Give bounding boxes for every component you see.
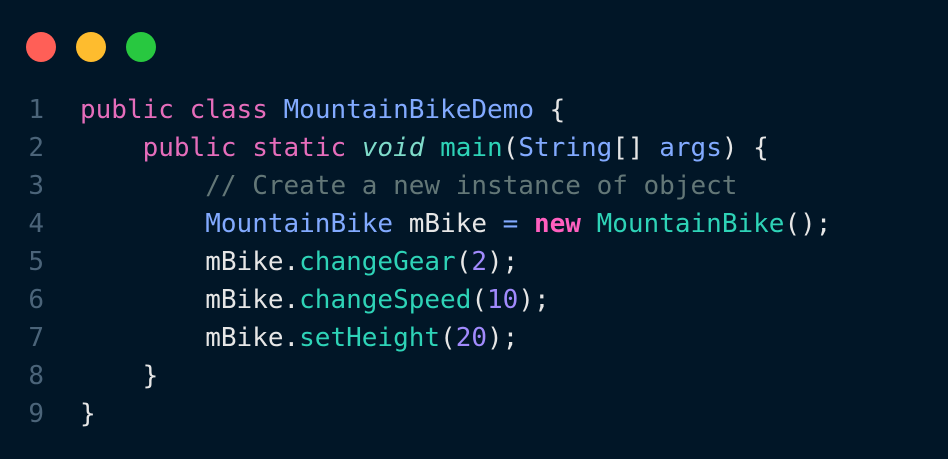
code-token: mBike. (205, 323, 300, 353)
code-token: setHeight (299, 323, 441, 353)
code-token: 2 (471, 247, 488, 277)
code-token: class (189, 95, 268, 125)
code-token: args (659, 133, 722, 163)
code-token: MountainBikeDemo (283, 95, 534, 125)
line-number: 8 (28, 361, 44, 391)
line-number: 4 (28, 209, 44, 239)
code-token: mBike. (205, 285, 300, 315)
code-line: 7 mBike.setHeight(20); (0, 319, 831, 357)
code-token: ); (518, 285, 550, 315)
code-text: mBike.setHeight(20); (80, 319, 518, 357)
line-number: 2 (28, 133, 44, 163)
code-line: 8 } (0, 357, 831, 395)
code-token: mBike. (205, 247, 300, 277)
code-token: MountainBike (596, 209, 785, 239)
code-token: changeSpeed (299, 285, 472, 315)
minimize-button[interactable] (76, 32, 106, 62)
code-token: ( (455, 247, 472, 277)
line-number: 1 (28, 95, 44, 125)
code-token: ); (487, 247, 519, 277)
code-line: 1 public class MountainBikeDemo { (0, 91, 831, 129)
code-token: ); (487, 323, 519, 353)
code-token: [] (612, 133, 660, 163)
code-text: mBike.changeGear(2); (80, 243, 518, 281)
code-token: (); (784, 209, 832, 239)
code-text: } (80, 395, 96, 433)
line-number: 3 (28, 171, 44, 201)
close-button[interactable] (26, 32, 56, 62)
code-editor[interactable]: 1 public class MountainBikeDemo {2 public… (0, 91, 831, 433)
window-controls (26, 32, 156, 62)
code-text: public static void main(String[] args) { (80, 129, 769, 167)
code-token: mBike (393, 209, 503, 239)
code-token: public (142, 133, 237, 163)
code-token: public (80, 95, 174, 125)
code-token: // Create a new instance of object (205, 171, 738, 201)
line-number: 6 (28, 285, 44, 315)
code-token: } (80, 399, 96, 429)
code-line: 2 public static void main(String[] args)… (0, 129, 831, 167)
line-number: 7 (28, 323, 44, 353)
code-token: ( (471, 285, 487, 315)
code-line: 6 mBike.changeSpeed(10); (0, 281, 831, 319)
code-line: 4 MountainBike mBike = new MountainBike(… (0, 205, 831, 243)
code-token: String (518, 133, 613, 163)
code-token: } (142, 361, 159, 391)
code-token: changeGear (299, 247, 456, 277)
code-token: = (502, 209, 519, 239)
code-token: { (533, 95, 566, 125)
code-token: MountainBike (205, 209, 394, 239)
code-token: static (252, 133, 347, 163)
line-number: 5 (28, 247, 44, 277)
code-text: MountainBike mBike = new MountainBike(); (80, 205, 831, 243)
code-token: new (533, 209, 581, 239)
code-window: 1 public class MountainBikeDemo {2 public… (0, 0, 948, 459)
code-text: } (80, 357, 159, 395)
code-token: void (361, 133, 425, 163)
code-token: 10 (487, 285, 519, 315)
code-line: 9} (0, 395, 831, 433)
code-token: ) { (721, 133, 769, 163)
code-line: 3 // Create a new instance of object (0, 167, 831, 205)
zoom-button[interactable] (126, 32, 156, 62)
code-text: public class MountainBikeDemo { (80, 91, 565, 129)
code-token: 20 (455, 323, 488, 353)
code-token: ( (440, 323, 456, 353)
code-text: // Create a new instance of object (80, 167, 737, 205)
code-token: ( (502, 133, 519, 163)
line-number: 9 (28, 399, 44, 429)
code-line: 5 mBike.changeGear(2); (0, 243, 831, 281)
code-token: main (440, 133, 503, 163)
code-text: mBike.changeSpeed(10); (80, 281, 550, 319)
